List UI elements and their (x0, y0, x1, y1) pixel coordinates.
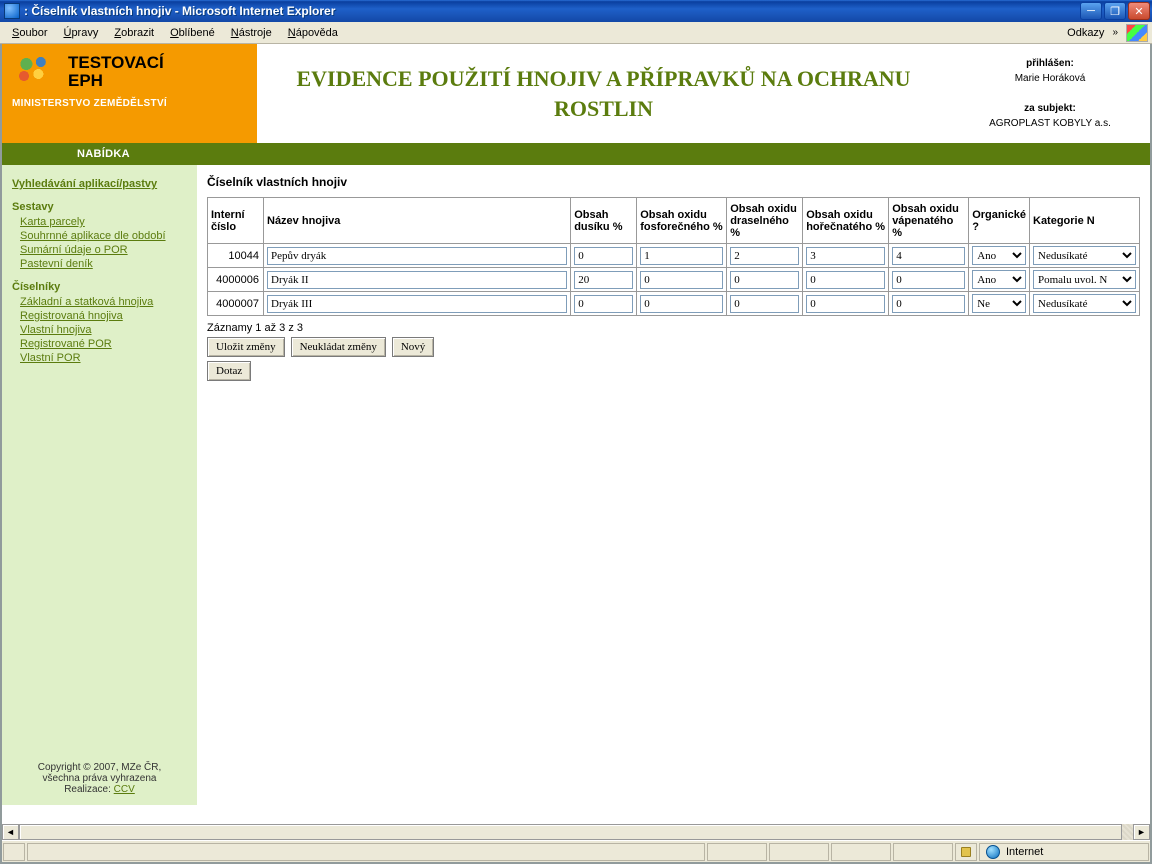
col-header: Obsah dusíku % (571, 198, 637, 244)
table-row: 4000007 AnoNe NedusíkatéPomalu uvol. N (208, 292, 1140, 316)
menubar: Soubor Úpravy Zobrazit Oblíbené Nástroje… (0, 22, 1152, 44)
col-header: Organické ? (969, 198, 1030, 244)
save-button[interactable]: Uložit změny (207, 337, 285, 357)
record-info: Záznamy 1 až 3 z 3 (207, 322, 1140, 334)
input-n[interactable] (574, 271, 633, 289)
horizontal-scrollbar[interactable]: ◄ ► (2, 823, 1150, 840)
input-mg[interactable] (806, 271, 885, 289)
table-row: 10044 AnoNe NedusíkatéPomalu uvol. N (208, 244, 1140, 268)
input-k[interactable] (730, 247, 799, 265)
maximize-button[interactable]: ❐ (1104, 2, 1126, 20)
statusbar: Internet (2, 840, 1150, 862)
select-organic[interactable]: AnoNe (972, 246, 1026, 265)
sidebar-section-ciselniky: Číselníky (12, 281, 187, 293)
lock-icon (955, 843, 977, 861)
user-info: přihlášen: Marie Horáková za subjekt: AG… (950, 44, 1150, 143)
chevron-right-icon[interactable]: » (1108, 27, 1122, 38)
menu-napoveda[interactable]: Nápověda (280, 25, 346, 41)
cell-id: 4000007 (208, 292, 264, 316)
close-button[interactable]: ✕ (1128, 2, 1150, 20)
sidebar-item[interactable]: Základní a statková hnojiva (20, 295, 187, 309)
sidebar-item[interactable]: Pastevní deník (20, 257, 187, 271)
sidebar-footer: Copyright © 2007, MZe ČR, všechna práva … (12, 742, 187, 795)
links-label[interactable]: Odkazy (1063, 27, 1108, 39)
logo-line2: EPH (68, 72, 164, 90)
sidebar-item[interactable]: Registrované POR (20, 337, 187, 351)
col-header: Název hnojiva (264, 198, 571, 244)
input-name[interactable] (267, 271, 567, 289)
select-category[interactable]: NedusíkatéPomalu uvol. N (1033, 270, 1136, 289)
sidebar-item[interactable]: Registrovaná hnojiva (20, 309, 187, 323)
sidebar-item[interactable]: Vlastní POR (20, 351, 187, 365)
status-zone: Internet (979, 843, 1149, 861)
col-header: Obsah oxidu draselného % (727, 198, 803, 244)
new-button[interactable]: Nový (392, 337, 434, 357)
page-header: TESTOVACÍ EPH MINISTERSTVO ZEMĚDĚLSTVÍ E… (2, 44, 1150, 143)
query-button[interactable]: Dotaz (207, 361, 251, 381)
col-header: Obsah oxidu fosforečného % (637, 198, 727, 244)
input-p[interactable] (640, 247, 723, 265)
sidebar-item[interactable]: Souhrnné aplikace dle období (20, 229, 187, 243)
sidebar-search-link[interactable]: Vyhledávání aplikací/pastvy (12, 177, 187, 191)
cell-id: 10044 (208, 244, 264, 268)
globe-icon (986, 845, 1000, 859)
input-p[interactable] (640, 271, 723, 289)
input-ca[interactable] (892, 247, 965, 265)
col-header: Interní číslo (208, 198, 264, 244)
table-row: 4000006 AnoNe NedusíkatéPomalu uvol. N (208, 268, 1140, 292)
menu-oblibene[interactable]: Oblíbené (162, 25, 223, 41)
main-content: Číselník vlastních hnojiv Interní čísloN… (197, 165, 1150, 805)
sidebar-item[interactable]: Vlastní hnojiva (20, 323, 187, 337)
select-organic[interactable]: AnoNe (972, 294, 1026, 313)
scroll-left-icon[interactable]: ◄ (2, 824, 19, 840)
sidebar-item[interactable]: Sumární údaje o POR (20, 243, 187, 257)
discard-button[interactable]: Neukládat změny (291, 337, 386, 357)
input-mg[interactable] (806, 247, 885, 265)
input-n[interactable] (574, 295, 633, 313)
main-heading: Číselník vlastních hnojiv (207, 175, 1140, 189)
input-p[interactable] (640, 295, 723, 313)
minimize-button[interactable]: ─ (1080, 2, 1102, 20)
col-header: Obsah oxidu vápenatého % (889, 198, 969, 244)
input-n[interactable] (574, 247, 633, 265)
select-category[interactable]: NedusíkatéPomalu uvol. N (1033, 294, 1136, 313)
logo-subtitle: MINISTERSTVO ZEMĚDĚLSTVÍ (12, 98, 247, 109)
col-header: Obsah oxidu hořečnatého % (803, 198, 889, 244)
status-ie-icon (3, 843, 25, 861)
input-k[interactable] (730, 271, 799, 289)
select-category[interactable]: NedusíkatéPomalu uvol. N (1033, 246, 1136, 265)
navbar: NABÍDKA (2, 143, 1150, 165)
menu-nastroje[interactable]: Nástroje (223, 25, 280, 41)
status-text (27, 843, 705, 861)
menu-upravy[interactable]: Úpravy (55, 25, 106, 41)
menu-zobrazit[interactable]: Zobrazit (106, 25, 162, 41)
input-name[interactable] (267, 247, 567, 265)
menu-soubor[interactable]: Soubor (4, 25, 55, 41)
sidebar-section-sestavy: Sestavy (12, 201, 187, 213)
windows-flag-icon[interactable] (1126, 24, 1148, 42)
sidebar-item[interactable]: Karta parcely (20, 215, 187, 229)
navbar-label[interactable]: NABÍDKA (77, 148, 130, 160)
fertilizer-table: Interní čísloNázev hnojivaObsah dusíku %… (207, 197, 1140, 316)
window-title: : Číselník vlastních hnojiv - Microsoft … (24, 4, 1080, 18)
select-organic[interactable]: AnoNe (972, 270, 1026, 289)
input-k[interactable] (730, 295, 799, 313)
logo-line1: TESTOVACÍ (68, 54, 164, 72)
input-mg[interactable] (806, 295, 885, 313)
scroll-right-icon[interactable]: ► (1133, 824, 1150, 840)
window-titlebar: : Číselník vlastních hnojiv - Microsoft … (0, 0, 1152, 22)
input-ca[interactable] (892, 295, 965, 313)
sidebar: Vyhledávání aplikací/pastvy Sestavy Kart… (2, 165, 197, 805)
cell-id: 4000006 (208, 268, 264, 292)
col-header: Kategorie N (1030, 198, 1140, 244)
footer-ccv-link[interactable]: CCV (114, 783, 135, 796)
input-ca[interactable] (892, 271, 965, 289)
ministry-logo-icon (12, 52, 60, 92)
logo-block: TESTOVACÍ EPH MINISTERSTVO ZEMĚDĚLSTVÍ (2, 44, 257, 143)
input-name[interactable] (267, 295, 567, 313)
ie-icon (4, 3, 20, 19)
page-title: EVIDENCE POUŽITÍ HNOJIV A PŘÍPRAVKŮ NA O… (265, 64, 942, 123)
